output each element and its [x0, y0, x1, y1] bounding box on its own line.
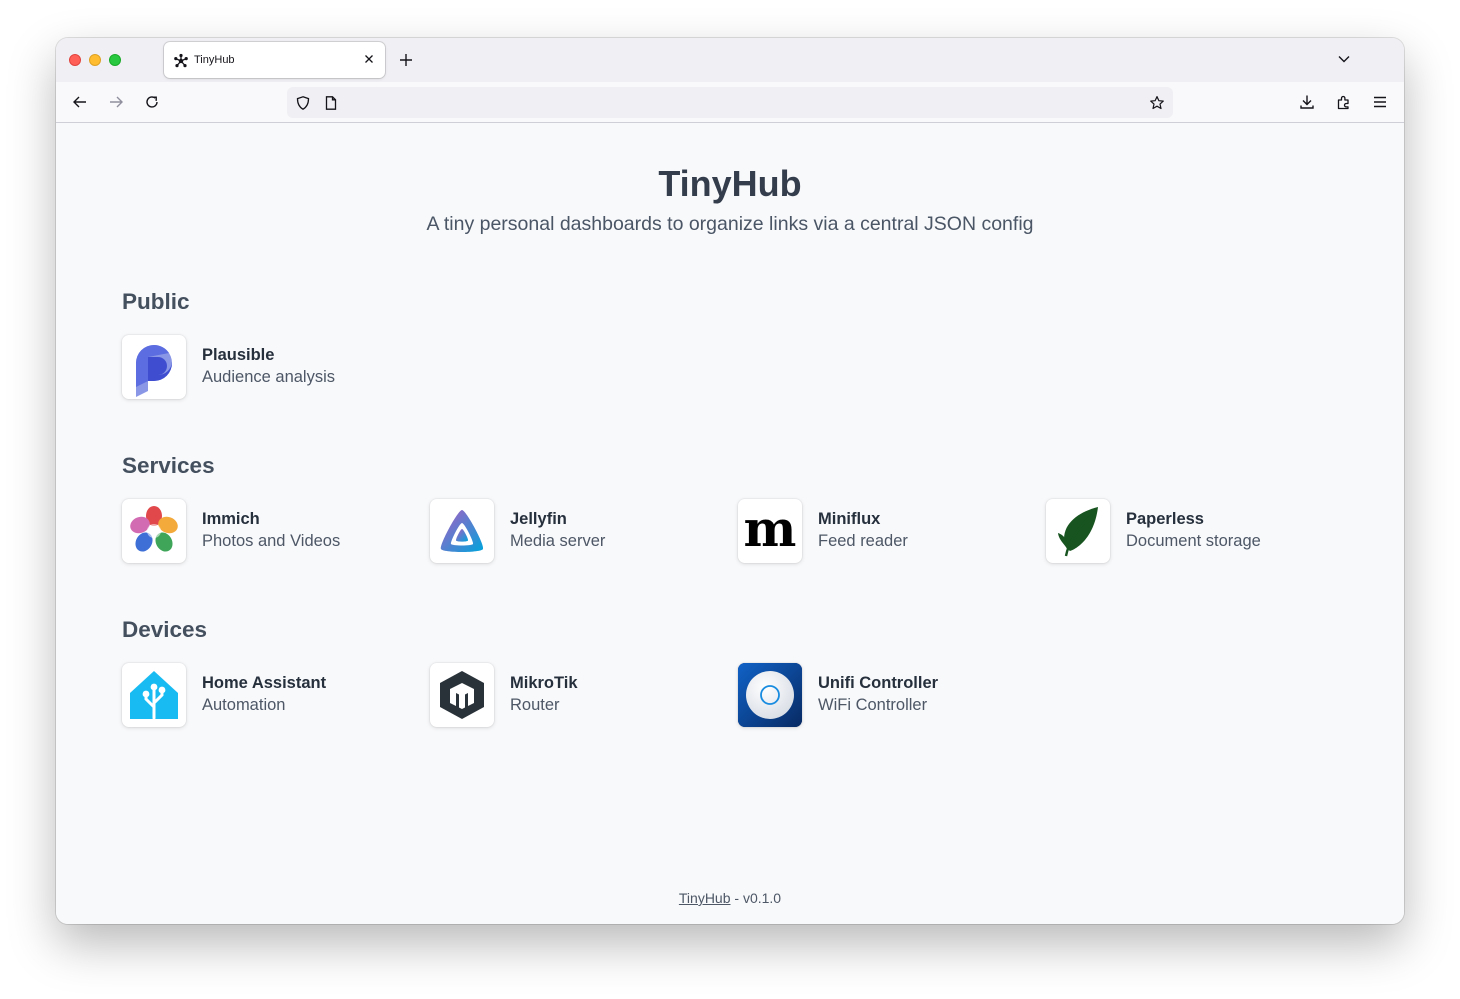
minimize-window-button[interactable] — [89, 54, 101, 66]
url-bar[interactable] — [287, 87, 1173, 118]
section-title-devices: Devices — [122, 617, 208, 642]
page-icon[interactable] — [323, 95, 339, 111]
app-link-immich[interactable]: Immich Photos and Videos — [122, 499, 422, 565]
bookmark-star-icon[interactable] — [1149, 95, 1165, 111]
back-arrow-icon[interactable] — [71, 93, 89, 111]
reload-icon[interactable] — [143, 93, 161, 111]
close-tab-icon[interactable] — [362, 52, 376, 66]
section-title-services: Services — [122, 453, 215, 478]
section-title-public: Public — [122, 289, 190, 314]
app-link-mikrotik[interactable]: MikroTik Router — [430, 663, 730, 729]
app-name: Immich — [202, 510, 260, 528]
app-name: Plausible — [202, 346, 275, 364]
navigation-bar — [56, 82, 1404, 123]
app-name: Home Assistant — [202, 674, 327, 692]
browser-window: TinyHub TinyHub A tiny personal dashboar… — [56, 38, 1404, 924]
app-link-plausible[interactable]: Plausible Audience analysis — [122, 335, 422, 401]
jellyfin-logo-icon — [430, 499, 494, 563]
tab-title: TinyHub — [194, 54, 235, 66]
app-link-home-assistant[interactable]: Home Assistant Automation — [122, 663, 422, 729]
app-name: Jellyfin — [510, 510, 567, 528]
close-window-button[interactable] — [69, 54, 81, 66]
shield-icon[interactable] — [295, 95, 311, 111]
footer-version: - v0.1.0 — [730, 890, 782, 906]
extensions-puzzle-icon[interactable] — [1335, 93, 1353, 111]
page-content: TinyHub A tiny personal dashboards to or… — [56, 123, 1404, 924]
app-description: Audience analysis — [202, 368, 335, 386]
app-description: Media server — [510, 532, 606, 550]
svg-text:m: m — [744, 499, 797, 558]
page-title: TinyHub — [658, 163, 802, 204]
immich-logo-icon — [122, 499, 186, 563]
app-name: Unifi Controller — [818, 674, 939, 692]
hamburger-menu-icon[interactable] — [1371, 93, 1389, 111]
plausible-logo-icon — [122, 335, 186, 399]
footer-tinyhub-link[interactable]: TinyHub — [679, 890, 731, 906]
app-name: MikroTik — [510, 674, 578, 692]
download-icon[interactable] — [1298, 93, 1316, 111]
home-assistant-logo-icon — [122, 663, 186, 727]
miniflux-logo-icon: m — [738, 499, 802, 563]
app-description: Feed reader — [818, 532, 908, 550]
new-tab-icon[interactable] — [397, 51, 415, 69]
app-link-paperless[interactable]: Paperless Document storage — [1046, 499, 1346, 565]
unifi-logo-icon — [738, 663, 802, 727]
app-description: Document storage — [1126, 532, 1261, 550]
chevron-down-icon[interactable] — [1337, 52, 1351, 66]
tab-strip: TinyHub — [56, 38, 1404, 82]
app-link-miniflux[interactable]: m Miniflux Feed reader — [738, 499, 1038, 565]
app-link-jellyfin[interactable]: Jellyfin Media server — [430, 499, 730, 565]
app-name: Paperless — [1126, 510, 1204, 528]
mikrotik-logo-icon — [430, 663, 494, 727]
page-subtitle: A tiny personal dashboards to organize l… — [426, 213, 1034, 235]
zoom-window-button[interactable] — [109, 54, 121, 66]
tab-tinyhub[interactable]: TinyHub — [164, 42, 385, 78]
paperless-leaf-icon — [1046, 499, 1110, 563]
app-description: Router — [510, 696, 560, 714]
app-link-unifi-controller[interactable]: Unifi Controller WiFi Controller — [738, 663, 1038, 729]
asterisk-icon — [174, 53, 188, 68]
app-name: Miniflux — [818, 510, 881, 528]
app-description: WiFi Controller — [818, 696, 928, 714]
footer: TinyHub - v0.1.0 — [56, 889, 1404, 907]
app-description: Automation — [202, 696, 286, 714]
forward-arrow-icon[interactable] — [107, 93, 125, 111]
app-description: Photos and Videos — [202, 532, 341, 550]
